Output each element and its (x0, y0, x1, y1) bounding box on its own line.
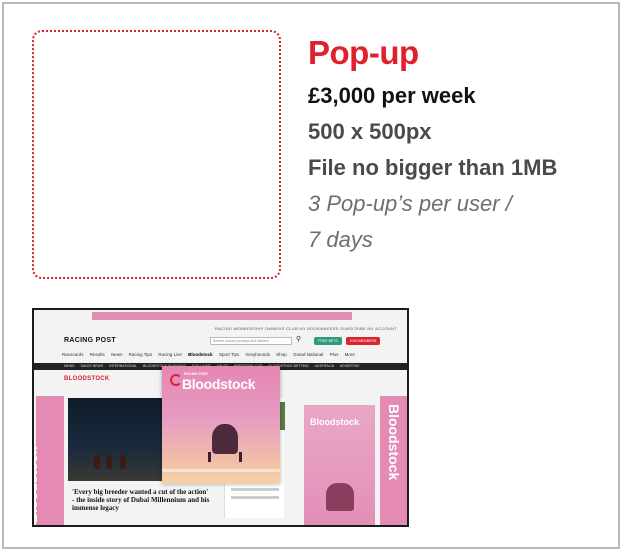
popup-placeholder-frame (32, 30, 281, 279)
site-main-nav: Racecards Results News Racing Tips Racin… (62, 352, 382, 357)
nav-item-active: Bloodstock (188, 352, 213, 357)
horse-silhouette (106, 455, 112, 469)
ad-file-limit: File no bigger than 1MB (308, 155, 558, 180)
left-skin-banner: Bloodstock (34, 396, 64, 525)
nav-item: Sport Tips (218, 352, 240, 357)
utility-links: RACING MEMBERSHIP OWNERS CLUB MY BOOKMAK… (214, 326, 397, 331)
join-members-button: JOIN MEMBERS (346, 337, 380, 345)
nav-item: News (111, 352, 123, 357)
ad-dimensions: 500 x 500px (308, 119, 432, 144)
text-line (231, 496, 279, 499)
right-skin-banner: Bloodstock (380, 396, 407, 525)
top-banner-ad (92, 312, 352, 320)
nav-item: Grand National (293, 352, 324, 357)
nav-item: Greyhounds (245, 352, 270, 357)
text-line (231, 488, 279, 491)
ad-spec-card: Pop-up £3,000 per week 500 x 500px File … (2, 2, 620, 549)
nav-item: Shop (276, 352, 287, 357)
nav-item: Racing Live (158, 352, 182, 357)
article-headline: 'Every big breeder wanted a cut of the a… (72, 488, 210, 512)
site-search-input: Search horses, jockeys and trainers (210, 337, 292, 345)
subnav-item: AUSTRALIA (314, 364, 335, 368)
ad-frequency-line-2: 7 days (308, 227, 373, 252)
subnav-item: INTERNATIONAL (109, 364, 137, 368)
horse-silhouette (120, 455, 126, 469)
nav-item: Racecards (62, 352, 84, 357)
horse-silhouette (94, 455, 100, 469)
right-skin-text: Bloodstock (386, 404, 402, 481)
horse-legs (208, 452, 242, 462)
shoreline (162, 469, 280, 472)
nav-item: More (344, 352, 355, 357)
subnav-item: SALES NEWS (80, 364, 104, 368)
hero-image (68, 398, 168, 481)
mpu-ad-label: Bloodstock (310, 417, 360, 427)
free-bets-button: FREE BETS (314, 337, 342, 345)
nav-item: Results (89, 352, 105, 357)
subnav-item: ADVERTISE (339, 364, 360, 368)
horse-rider-silhouette (326, 483, 354, 511)
ad-format-title: Pop-up (308, 34, 419, 71)
website-example-screenshot: RACING MEMBERSHIP OWNERS CLUB MY BOOKMAK… (32, 308, 409, 527)
left-skin-text: Bloodstock (32, 446, 40, 523)
nav-item: Plus (329, 352, 339, 357)
subnav-item: NEWS (64, 364, 75, 368)
ad-frequency-line-1: 3 Pop-up’s per user / (308, 191, 512, 216)
nav-item: Racing Tips (128, 352, 153, 357)
ad-spec-info: Pop-up £3,000 per week 500 x 500px File … (308, 32, 608, 258)
brand-ring-icon (170, 374, 182, 386)
ad-price: £3,000 per week (308, 83, 476, 108)
section-title: BLOODSTOCK (64, 376, 110, 382)
search-icon: ⚲ (296, 336, 302, 343)
popup-brand: Bloodstock (182, 376, 256, 392)
popup-ad-example: RACING POST Bloodstock (162, 366, 280, 484)
mpu-ad: Bloodstock (304, 405, 375, 525)
horse-rider-silhouette (212, 424, 238, 454)
site-logo: RACING POST (64, 337, 116, 344)
